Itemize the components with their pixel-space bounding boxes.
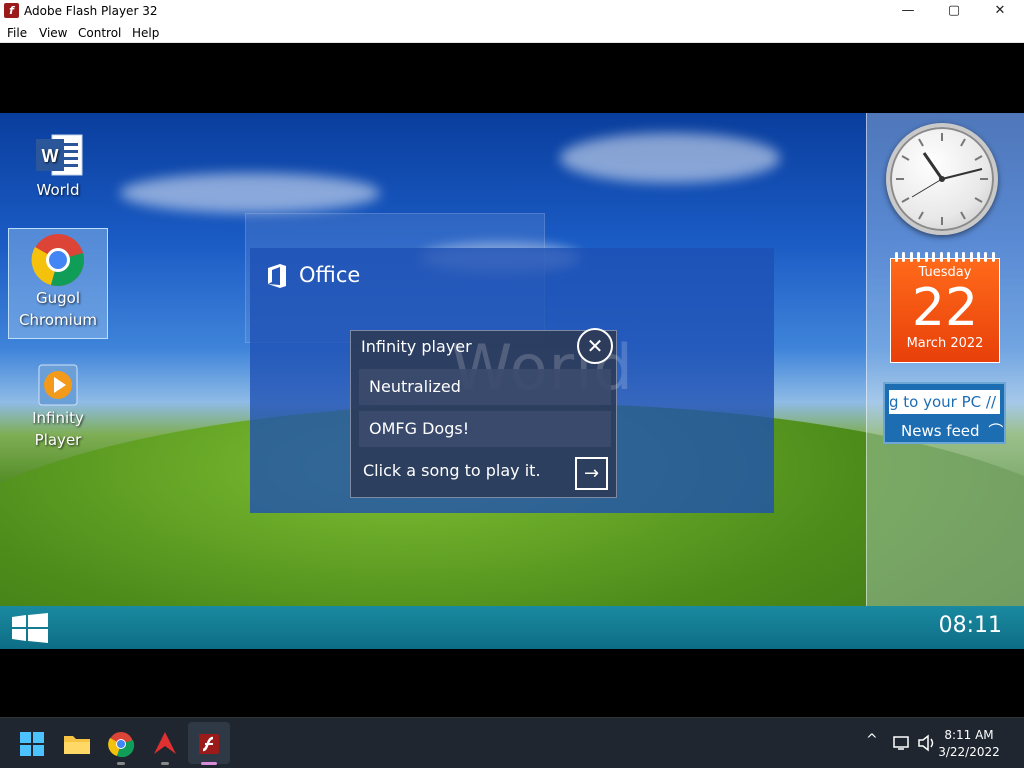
arrow-right-icon[interactable]: →	[575, 457, 608, 490]
song-item[interactable]: OMFG Dogs!	[359, 411, 611, 447]
rss-icon: ⌒	[988, 422, 1004, 440]
system-taskbar: ^ 8:11 AM 3/22/2022	[0, 717, 1024, 768]
cloud	[560, 133, 780, 183]
flash-stage: W World Gugol Chromium Infinity Player O…	[0, 43, 1024, 717]
maximize-button[interactable]: ▢	[931, 0, 977, 22]
infinity-player-dialog: World Infinity player ✕ Neutralized OMFG…	[350, 328, 633, 498]
desktop-icon-label: Gugol	[36, 289, 80, 307]
menu-file[interactable]: File	[7, 26, 27, 40]
running-indicator	[117, 762, 125, 765]
minimize-button[interactable]: —	[885, 0, 931, 22]
flash-player-icon[interactable]	[191, 726, 227, 762]
menu-bar: File View Control Help	[0, 22, 1024, 43]
inner-taskbar-time: 08:11	[938, 613, 1002, 638]
desktop-icon-label: Player	[34, 431, 82, 449]
menu-help[interactable]: Help	[132, 26, 159, 40]
tray-chevron-icon[interactable]: ^	[866, 732, 878, 748]
player-title: Infinity player	[361, 337, 472, 356]
clock-face-icon	[896, 133, 988, 225]
menu-view[interactable]: View	[39, 26, 67, 40]
file-explorer-icon[interactable]	[59, 726, 95, 762]
chrome-icon[interactable]	[103, 726, 139, 762]
inner-taskbar: 08:11	[0, 606, 1024, 649]
desktop-icon-label: World	[36, 181, 80, 199]
desktop-icon-label: Infinity	[32, 409, 84, 427]
window-title: Adobe Flash Player 32	[24, 4, 158, 18]
news-ticker: g to your PC //	[889, 390, 1000, 414]
word-doc-icon: W	[36, 134, 83, 176]
office-logo-icon	[268, 264, 286, 288]
desktop-icon-label: Chromium	[19, 311, 97, 329]
calendar-month: March 2022	[906, 336, 984, 351]
system-date: 3/22/2022	[938, 745, 1000, 759]
simulated-desktop: W World Gugol Chromium Infinity Player O…	[0, 113, 1024, 649]
newsfeed-label-text: News feed	[901, 422, 980, 440]
player-hint: Click a song to play it.	[363, 461, 541, 480]
desktop-icon-gugol-chromium[interactable]: Gugol Chromium	[8, 228, 108, 339]
menu-control[interactable]: Control	[78, 26, 121, 40]
play-icon	[38, 364, 78, 406]
office-title: Office	[299, 263, 361, 287]
calendar-day: 22	[911, 278, 979, 338]
desktop-icon-infinity-player[interactable]: Infinity Player	[8, 363, 108, 459]
running-indicator	[161, 762, 169, 765]
newsfeed-label: News feed ⌒	[901, 420, 1003, 441]
close-icon[interactable]: ✕	[577, 328, 613, 364]
flash-player-icon: f	[4, 3, 19, 18]
calendar-rings	[895, 252, 995, 262]
system-time: 8:11 AM	[944, 728, 994, 742]
newsfeed-gadget[interactable]: g to your PC // News feed ⌒	[883, 382, 1006, 444]
active-indicator	[201, 762, 217, 765]
clock-gadget	[886, 123, 998, 235]
song-item[interactable]: Neutralized	[359, 369, 611, 405]
network-icon[interactable]	[893, 735, 911, 751]
chrome-icon	[31, 234, 84, 286]
system-clock[interactable]: 8:11 AM 3/22/2022	[934, 727, 1004, 761]
window-titlebar: f Adobe Flash Player 32 — ▢ ✕	[0, 0, 1024, 22]
close-button[interactable]: ✕	[977, 0, 1023, 22]
start-icon[interactable]	[14, 726, 50, 762]
windows-start-icon[interactable]	[12, 613, 48, 643]
calendar-gadget: Tuesday 22 March 2022	[890, 252, 1000, 363]
desktop-icon-world[interactable]: W World	[8, 131, 108, 211]
svg-text:W: W	[42, 146, 59, 166]
arrow-app-icon[interactable]	[147, 726, 183, 762]
cloud	[120, 173, 380, 213]
